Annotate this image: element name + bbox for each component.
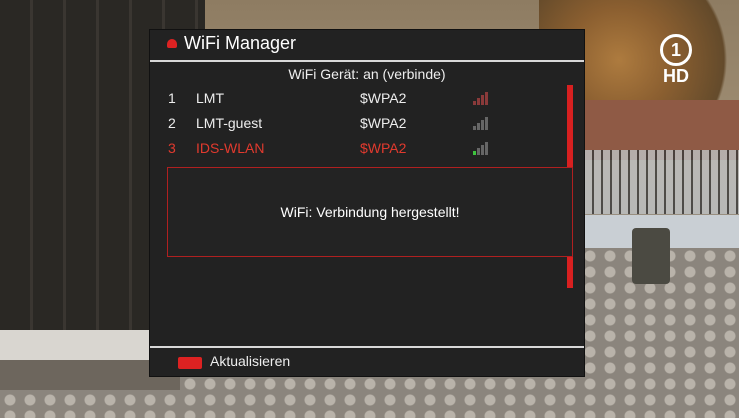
network-ssid: LMT-guest [196,115,263,131]
background-door-base [0,330,170,360]
hd-label: HD [663,66,689,86]
refresh-label[interactable]: Aktualisieren [210,353,290,369]
wifi-status: WiFi Gerät: an (verbinde) [288,66,446,82]
connection-message-popup: WiFi: Verbindung hergestellt! [167,167,573,257]
red-button-icon[interactable] [178,357,202,369]
network-security: $WPA2 [360,115,407,131]
network-index: 1 [168,90,176,106]
network-security: $WPA2 [360,140,407,156]
popup-message: WiFi: Verbindung hergestellt! [280,204,460,220]
footer-divider [150,346,584,348]
background-fence [583,150,739,214]
network-ssid: IDS-WLAN [196,140,265,156]
signal-icon [473,141,489,155]
network-index: 3 [168,140,176,156]
network-security: $WPA2 [360,90,407,106]
title-divider [150,60,584,62]
dialog-title: WiFi Manager [184,33,297,53]
signal-icon [473,116,489,130]
wifi-manager-dialog: WiFi Manager WiFi Gerät: an (verbinde) 1… [150,30,584,376]
signal-icon [473,91,489,105]
channel-logo: 1 HD [654,34,698,86]
network-row-2[interactable]: 2 LMT-guest $WPA2 [150,115,570,137]
menu-icon [167,39,177,48]
tv-screen: 1 HD WiFi Manager WiFi Gerät: an (verbin… [0,0,739,418]
network-ssid: LMT [196,90,224,106]
background-bollard [632,228,670,284]
dialog-title-bar: WiFi Manager [150,30,584,58]
network-index: 2 [168,115,176,131]
network-row-1[interactable]: 1 LMT $WPA2 [150,90,570,112]
channel-number: 1 [660,34,692,66]
network-row-3-selected[interactable]: 3 IDS-WLAN $WPA2 [150,140,570,162]
